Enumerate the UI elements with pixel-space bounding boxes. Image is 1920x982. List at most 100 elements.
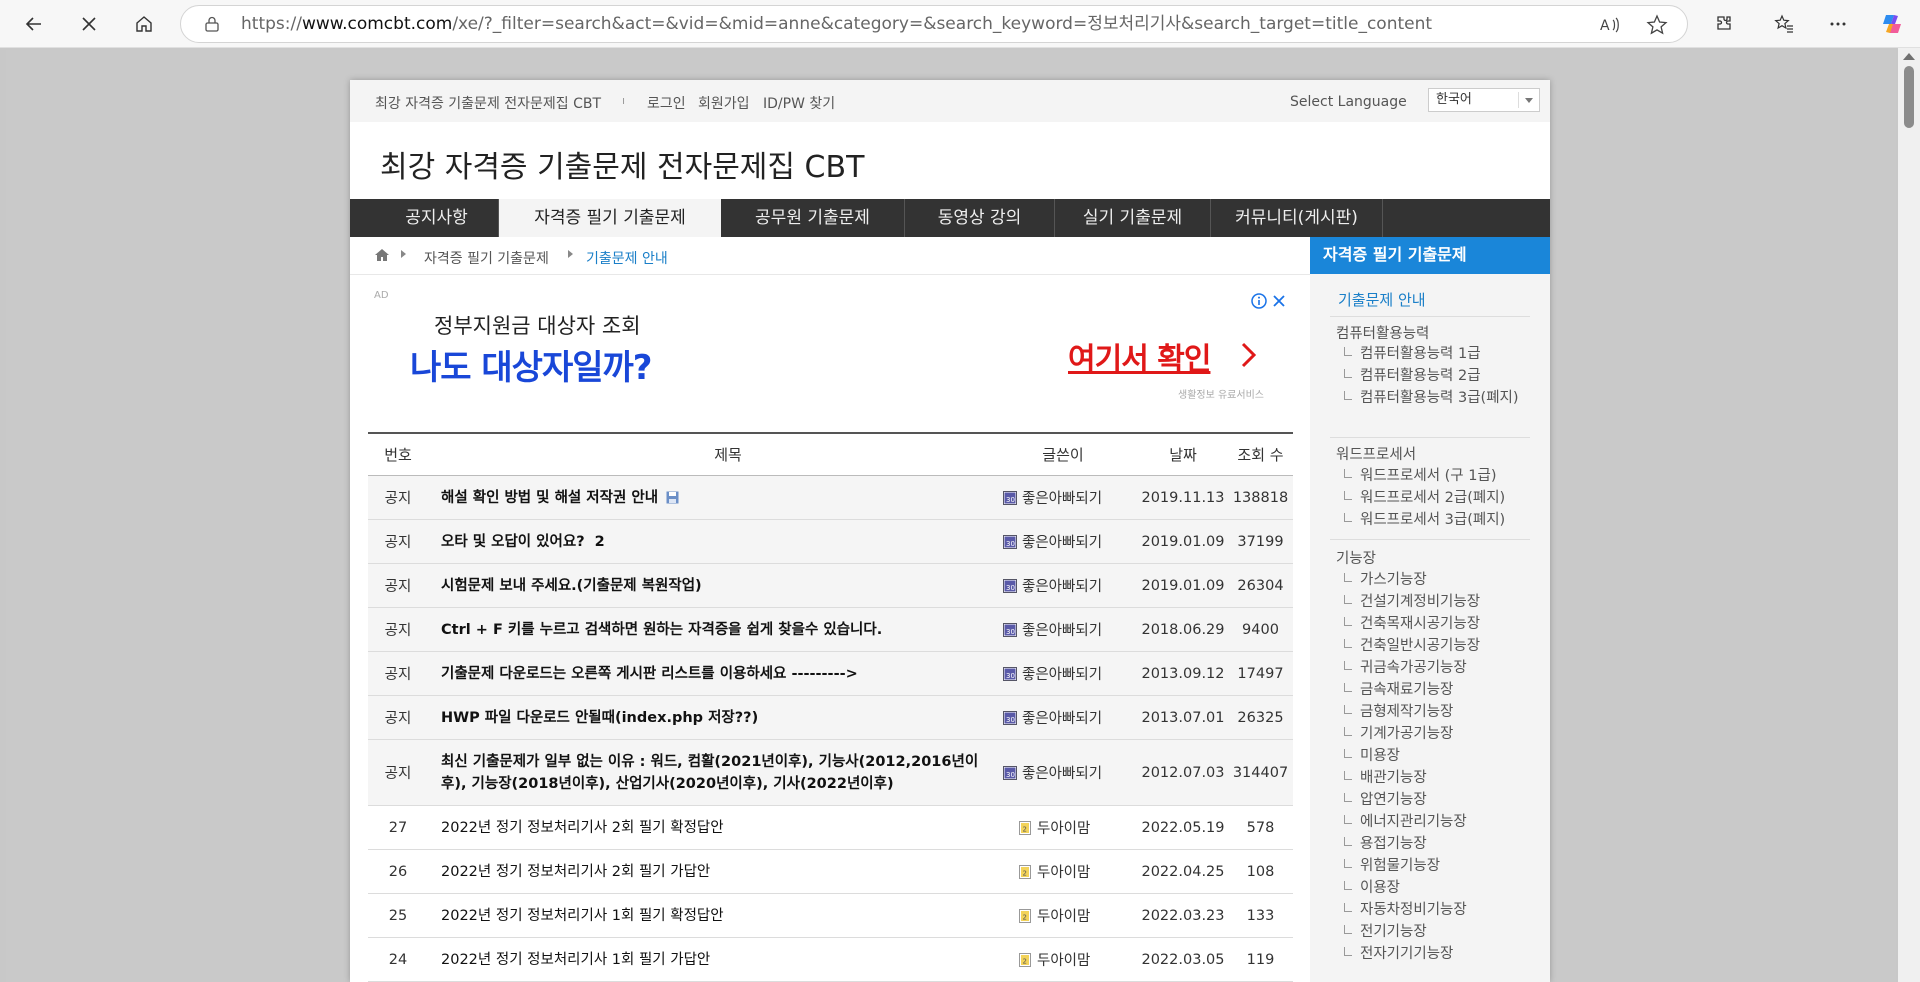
post-title-link[interactable]: 2022년 정기 정보처리기사 1회 필기 확정답안 [441,894,1001,937]
sidebar-group-master[interactable]: 기능장 [1336,547,1376,568]
nav-tab-community[interactable]: 커뮤니티(게시판) [1211,199,1383,237]
sidebar-heading[interactable]: 자격증 필기 기출문제 [1310,237,1550,274]
topbar-site-name[interactable]: 최강 자격증 기출문제 전자문제집 CBT [375,93,601,113]
sidebar-item[interactable]: 건설기계정비기능장 [1343,591,1480,613]
breadcrumb-level1[interactable]: 자격증 필기 기출문제 [424,248,549,268]
author[interactable]: 30 좋은아빠되기 [1003,476,1138,519]
sidebar-item[interactable]: 컴퓨터활용능력 1급 [1344,343,1481,365]
post-title-link[interactable]: 기출문제 다운로드는 오른쪽 게시판 리스트를 이용하세요 ---------> [441,652,1001,695]
author[interactable]: 2 두아이맘 [1018,894,1138,937]
sidebar-item[interactable]: 배관기능장 [1344,767,1427,789]
sidebar-item[interactable]: 이용장 [1343,877,1400,899]
sidebar-item[interactable]: 전자기기기능장 [1343,943,1453,965]
sidebar-item[interactable]: 금속재료기능장 [1343,679,1453,701]
home-button[interactable] [126,6,162,42]
home-icon[interactable] [374,247,390,263]
extensions-button[interactable] [1706,6,1742,42]
ad-headline[interactable]: 정부지원금 대상자 조회 [434,310,641,340]
more-menu-button[interactable] [1820,6,1856,42]
sidebar-group-computer[interactable]: 컴퓨터활용능력 [1336,322,1429,343]
sidebar-item[interactable]: 금형제작기능장 [1343,701,1453,723]
sidebar-item[interactable]: 워드프로세서 2급(폐지) [1343,487,1505,509]
site-title[interactable]: 최강 자격증 기출문제 전자문제집 CBT [380,142,864,186]
stop-loading-button[interactable] [71,6,107,42]
sidebar-item[interactable]: 귀금속가공기능장 [1344,657,1467,679]
post-title-link[interactable]: 2022년 정기 정보처리기사 1회 필기 가답안 [441,938,1001,981]
sidebar-item[interactable]: 미용장 [1343,745,1400,767]
sidebar-item[interactable]: 건축일반시공기능장 [1343,635,1480,657]
sidebar-item[interactable]: 에너지관리기능장 [1344,811,1467,833]
author[interactable]: 30 좋은아빠되기 [1003,740,1138,805]
author[interactable]: 30 좋은아빠되기 [1003,608,1138,651]
author[interactable]: 30 좋은아빠되기 [1003,564,1138,607]
sidebar-link-guide[interactable]: 기출문제 안내 [1338,289,1426,310]
login-link[interactable]: 로그인 [647,93,686,113]
find-idpw-link[interactable]: ID/PW 찾기 [763,93,835,113]
ad-tag: AD [374,290,389,301]
sidebar-item[interactable]: 위험물기능장 [1343,855,1440,877]
language-select[interactable]: 한국어 [1428,88,1540,112]
scroll-up-arrow-icon[interactable] [1903,53,1915,60]
member-level-icon: 30 [1003,710,1017,725]
nav-tab-practical-exam[interactable]: 실기 기출문제 [1055,199,1211,237]
author[interactable]: 2 두아이맘 [1018,806,1138,849]
post-title-link[interactable]: 2022년 정기 정보처리기사 2회 필기 가답안 [441,850,1001,893]
post-title-link[interactable]: 시험문제 보내 주세요.(기출문제 복원작업) [441,564,1001,607]
ad-cta-link[interactable]: 여기서 확인 [1068,334,1211,378]
back-button[interactable] [16,6,52,42]
author[interactable]: 30 좋은아빠되기 [1003,652,1138,695]
sidebar-group-word[interactable]: 워드프로세서 [1336,443,1416,464]
info-icon[interactable] [1251,293,1267,309]
header-views[interactable]: 조회 수 [1228,434,1293,475]
svg-text:30: 30 [1006,540,1015,548]
sidebar-item[interactable]: 가스기능장 [1344,569,1427,591]
nav-tab-civil-service[interactable]: 공무원 기출문제 [721,199,905,237]
author[interactable]: 2 두아이맘 [1018,938,1138,981]
sidebar-item[interactable]: 컴퓨터활용능력 2급 [1344,365,1481,387]
favorites-button[interactable] [1766,6,1802,42]
copilot-button[interactable] [1874,6,1910,42]
vertical-scrollbar[interactable] [1898,48,1920,982]
author[interactable]: 2 두아이맘 [1018,850,1138,893]
scrollbar-thumb[interactable] [1904,66,1914,128]
post-number: 24 [388,951,408,968]
ad-subheadline[interactable]: 나도 대상자일까? [410,340,653,389]
sidebar-item[interactable]: 워드프로세서 (구 1급) [1343,465,1496,487]
sidebar-item[interactable]: 기계가공기능장 [1343,723,1453,745]
sidebar-item[interactable]: 컴퓨터활용능력 3급(폐지) [1344,387,1520,409]
sidebar-item[interactable]: 워드프로세서 3급(폐지) [1343,509,1505,531]
chevron-right-icon[interactable] [1238,340,1260,370]
nav-tab-written-exam[interactable]: 자격증 필기 기출문제 [499,199,721,237]
post-title-link[interactable]: 해설 확인 방법 및 해설 저작권 안내 [441,476,1001,519]
post-title-link[interactable]: HWP 파일 다운로드 안될때(index.php 저장??) [441,696,1001,739]
close-icon[interactable] [1271,293,1287,309]
post-title-link[interactable]: 최신 기출문제가 일부 없는 이유 : 워드, 컴활(2021년이후), 기능사… [441,740,986,805]
lock-icon[interactable] [203,15,221,33]
nav-tab-video-lecture[interactable]: 동영상 강의 [905,199,1055,237]
post-title-link[interactable]: Ctrl + F 키를 누르고 검색하면 원하는 자격증을 쉽게 찾을수 있습니… [441,608,1001,651]
url-text[interactable]: https://www.comcbt.com/xe/?_filter=searc… [241,6,1432,44]
breadcrumb-current[interactable]: 기출문제 안내 [586,248,668,268]
author[interactable]: 30 좋은아빠되기 [1003,520,1138,563]
table-row: 공지 오타 및 오답이 있어요? 2 30 좋은아빠되기 2019.01.09 37… [368,520,1293,564]
header-date[interactable]: 날짜 [1138,434,1228,475]
address-bar[interactable]: https://www.comcbt.com/xe/?_filter=searc… [180,5,1688,43]
sidebar-item[interactable]: 전기기능장 [1344,921,1427,943]
post-date: 2022.03.05 [1141,951,1225,968]
sidebar-item[interactable]: 자동차정비기능장 [1344,899,1467,921]
sidebar-item[interactable]: 압연기능장 [1344,789,1427,811]
sidebar-item[interactable]: 건축목재시공기능장 [1343,613,1480,635]
post-views: 108 [1246,863,1275,880]
notice-label: 공지 [384,535,412,551]
author[interactable]: 30 좋은아빠되기 [1003,696,1138,739]
post-views: 578 [1246,819,1275,836]
nav-tab-notice[interactable]: 공지사항 [375,199,499,237]
ad-banner[interactable]: AD 정부지원금 대상자 조회 나도 대상자일까? 여기서 확인 생활정보 유료… [368,288,1293,406]
post-title-link[interactable]: 2022년 정기 정보처리기사 2회 필기 확정답안 [441,806,1001,849]
post-title-link[interactable]: 오타 및 오답이 있어요? 2 [441,520,1001,563]
header-title[interactable]: 제목 [428,434,1028,475]
favorite-star-icon[interactable] [1646,14,1668,36]
sidebar-item[interactable]: 용접기능장 [1344,833,1427,855]
signup-link[interactable]: 회원가입 [698,93,750,113]
read-aloud-icon[interactable]: A [1598,14,1620,36]
